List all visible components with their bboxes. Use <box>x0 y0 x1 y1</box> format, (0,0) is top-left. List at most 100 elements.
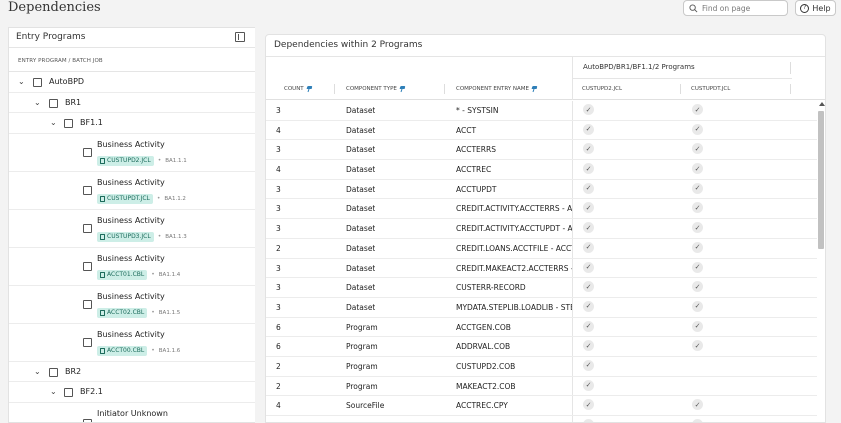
component-entry-name-cell: CUSTERR-RECORD <box>456 283 526 293</box>
table-row[interactable]: 2 Dataset CREDIT.LOANS.ACCTFILE - ACCT ✓ ✓ <box>266 238 817 259</box>
chevron-down-icon[interactable]: ⌄ <box>34 367 41 376</box>
tree-leaf-business-activity[interactable]: Business Activity ACCT02.CBL • BA1.1.5 <box>9 286 255 324</box>
program-1-column-header[interactable]: CUSTUPD2.JCL <box>582 86 622 92</box>
table-row[interactable]: 4 Dataset ACCT ✓ ✓ <box>266 120 817 141</box>
table-row[interactable]: 3 Dataset ACCTUPDT ✓ ✓ <box>266 179 817 200</box>
table-row[interactable]: 3 Dataset CREDIT.ACTIVITY.ACCTERRS - AC ✓ ✓ <box>266 199 817 220</box>
table-row[interactable]: 4 Dataset ACCTREC ✓ ✓ <box>266 160 817 180</box>
file-tag[interactable]: ACCT02.CBL <box>97 307 148 318</box>
column-divider <box>572 160 573 179</box>
separator-dot: • <box>151 347 155 354</box>
table-row[interactable]: 4 SourceFile ACCTREC.CPY ✓ ✓ <box>266 396 817 416</box>
program-2-column-header[interactable]: CUSTUPDT.JCL <box>691 86 730 92</box>
document-icon <box>100 195 105 202</box>
help-button[interactable]: ? Help <box>795 0 836 16</box>
column-separator[interactable] <box>334 84 335 94</box>
pin-icon[interactable] <box>307 86 312 92</box>
separator-dot: • <box>156 195 161 202</box>
checkbox[interactable] <box>83 261 92 271</box>
name-header-label: COMPONENT ENTRY NAME <box>456 86 529 92</box>
table-row[interactable]: 6 Program ACCTGEN.COB ✓ ✓ <box>266 317 817 338</box>
separator-dot: • <box>151 271 155 278</box>
table-row[interactable]: 3 Dataset * - SYSTSIN ✓ ✓ <box>266 101 817 121</box>
leaf-meta: CUSTUPDT.JCL • BA1.1.2 <box>97 193 186 204</box>
tree-node-br2[interactable]: ⌄ BR2 <box>9 362 255 382</box>
checkbox[interactable] <box>33 78 42 87</box>
scroll-up-icon[interactable] <box>819 102 825 106</box>
component-type-cell: Dataset <box>346 145 376 155</box>
check-icon: ✓ <box>583 202 594 214</box>
check-icon: ✓ <box>692 143 703 155</box>
tree-node-bf1-1[interactable]: ⌄ BF1.1 <box>9 113 255 134</box>
checkbox[interactable] <box>64 388 73 397</box>
component-entry-name-cell: MYDATA.STEPLIB.LOADLIB - STE <box>456 302 572 312</box>
checkbox[interactable] <box>83 418 92 422</box>
component-entry-name-cell: CREDIT.ACTIVITY.ACCTUPDT - AC <box>456 224 572 234</box>
pin-icon[interactable] <box>400 86 405 92</box>
check-icon: ✓ <box>583 320 594 332</box>
pin-icon[interactable] <box>532 86 537 92</box>
column-separator[interactable] <box>790 84 791 94</box>
tree-node-bf2-1[interactable]: ⌄ BF2.1 <box>9 382 255 403</box>
file-tag[interactable]: CUSTUPD2.JCL <box>97 155 154 166</box>
check-icon: ✓ <box>692 241 703 253</box>
table-row[interactable]: ✓✓ <box>266 416 817 422</box>
checkbox[interactable] <box>64 119 73 128</box>
chevron-down-icon[interactable]: ⌄ <box>34 98 41 107</box>
component-type-cell: Dataset <box>346 283 376 293</box>
checkbox[interactable] <box>83 185 92 195</box>
leaf-title: Business Activity <box>97 139 165 149</box>
scrollbar-thumb[interactable] <box>818 111 824 249</box>
file-tag[interactable]: ACCT01.CBL <box>97 269 148 280</box>
checkbox[interactable] <box>83 337 92 347</box>
checkbox[interactable] <box>83 299 92 309</box>
table-row[interactable]: 3 Dataset CREDIT.ACTIVITY.ACCTUPDT - AC ✓ ✓ <box>266 219 817 239</box>
file-tag[interactable]: CUSTUPD3.JCL <box>97 231 154 242</box>
count-column-header[interactable]: COUNT <box>284 86 312 92</box>
check-icon: ✓ <box>692 202 703 214</box>
separator-dot: • <box>151 309 155 316</box>
help-icon: ? <box>800 3 810 13</box>
vertical-scrollbar[interactable] <box>817 101 825 422</box>
tree-leaf-business-activity[interactable]: Business Activity CUSTUPD3.JCL • BA1.1.3 <box>9 210 255 248</box>
find-on-page-box[interactable] <box>683 0 788 16</box>
component-entry-name-cell: ACCTUPDT <box>456 184 497 194</box>
leaf-title: Initiator Unknown <box>97 408 168 418</box>
leaf-title: Business Activity <box>97 329 165 339</box>
leaf-meta: CUSTUPD3.JCL • BA1.1.3 <box>97 231 187 242</box>
tree-node-br1[interactable]: ⌄ BR1 <box>9 93 255 113</box>
chevron-down-icon[interactable]: ⌄ <box>50 118 57 127</box>
component-entry-name-column-header[interactable]: COMPONENT ENTRY NAME <box>456 86 537 92</box>
tree-node-autobpd[interactable]: ⌄ AutoBPD <box>9 72 255 93</box>
file-tag[interactable]: CUSTUPDT.JCL <box>97 193 153 204</box>
table-row[interactable]: 2 Program CUSTUPD2.COB ✓ <box>266 356 817 377</box>
tree-leaf-business-activity[interactable]: Business Activity CUSTUPDT.JCL • BA1.1.2 <box>9 172 255 210</box>
column-divider <box>572 258 573 278</box>
column-separator[interactable] <box>680 84 681 94</box>
chevron-down-icon[interactable]: ⌄ <box>18 77 25 86</box>
leaf-meta: ACCT00.CBL • BA1.1.6 <box>97 345 180 356</box>
table-row[interactable]: 6 Program ADDRVAL.COB ✓ ✓ <box>266 337 817 357</box>
document-icon <box>100 271 105 278</box>
checkbox[interactable] <box>49 367 58 377</box>
collapse-panel-icon[interactable] <box>235 32 245 42</box>
component-type-column-header[interactable]: COMPONENT TYPE <box>346 86 405 92</box>
help-label: Help <box>812 3 831 13</box>
tree-leaf-business-activity[interactable]: Business Activity ACCT01.CBL • BA1.1.4 <box>9 248 255 286</box>
column-separator[interactable] <box>444 84 445 94</box>
table-row[interactable]: 3 Dataset ACCTERRS ✓ ✓ <box>266 140 817 161</box>
tree-leaf-business-activity[interactable]: Business Activity CUSTUPD2.JCL • BA1.1.1 <box>9 134 255 172</box>
check-icon: ✓ <box>692 281 703 293</box>
tree-leaf-initiator-unknown[interactable]: Initiator Unknown <box>9 403 255 422</box>
table-row[interactable]: 3 Dataset MYDATA.STEPLIB.LOADLIB - STE ✓ ✓ <box>266 297 817 318</box>
checkbox[interactable] <box>83 147 92 157</box>
table-row[interactable]: 2 Program MAKEACT2.COB ✓ <box>266 376 817 397</box>
find-on-page-input[interactable] <box>702 3 787 13</box>
tree-leaf-business-activity[interactable]: Business Activity ACCT00.CBL • BA1.1.6 <box>9 324 255 362</box>
file-tag[interactable]: ACCT00.CBL <box>97 345 148 356</box>
table-row[interactable]: 3 Dataset CREDIT.MAKEACT2.ACCTERRS - A ✓ ✓ <box>266 258 817 279</box>
chevron-down-icon[interactable]: ⌄ <box>50 387 57 396</box>
checkbox[interactable] <box>83 223 92 233</box>
checkbox[interactable] <box>49 98 58 108</box>
table-row[interactable]: 3 Dataset CUSTERR-RECORD ✓ ✓ <box>266 278 817 298</box>
